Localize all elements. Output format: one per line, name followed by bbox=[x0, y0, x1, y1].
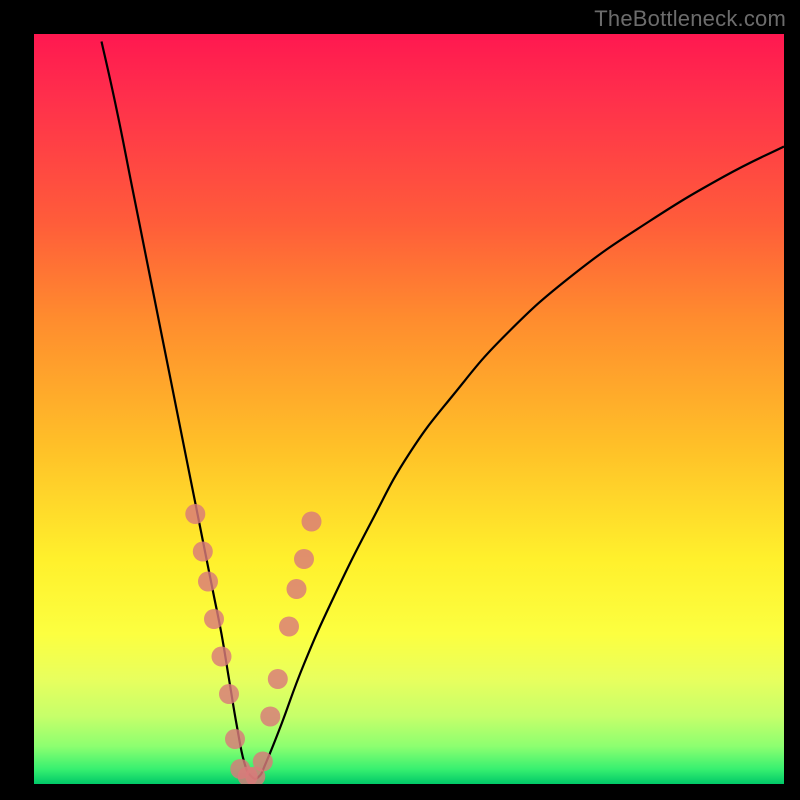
marker-dot bbox=[302, 512, 322, 532]
watermark-text: TheBottleneck.com bbox=[594, 6, 786, 32]
chart-frame: TheBottleneck.com bbox=[0, 0, 800, 800]
marker-dot bbox=[212, 647, 232, 667]
marker-dot bbox=[219, 684, 239, 704]
plot-area bbox=[34, 34, 784, 784]
marker-dot bbox=[294, 549, 314, 569]
marker-dot bbox=[253, 752, 273, 772]
marker-dot bbox=[268, 669, 288, 689]
marker-dot bbox=[185, 504, 205, 524]
marker-dot bbox=[198, 572, 218, 592]
marker-dot bbox=[225, 729, 245, 749]
marker-dot bbox=[204, 609, 224, 629]
marker-dot bbox=[260, 707, 280, 727]
marker-dot bbox=[279, 617, 299, 637]
curve-line bbox=[102, 42, 785, 780]
marker-dot bbox=[287, 579, 307, 599]
marker-group bbox=[185, 504, 321, 784]
marker-dot bbox=[193, 542, 213, 562]
chart-svg bbox=[34, 34, 784, 784]
